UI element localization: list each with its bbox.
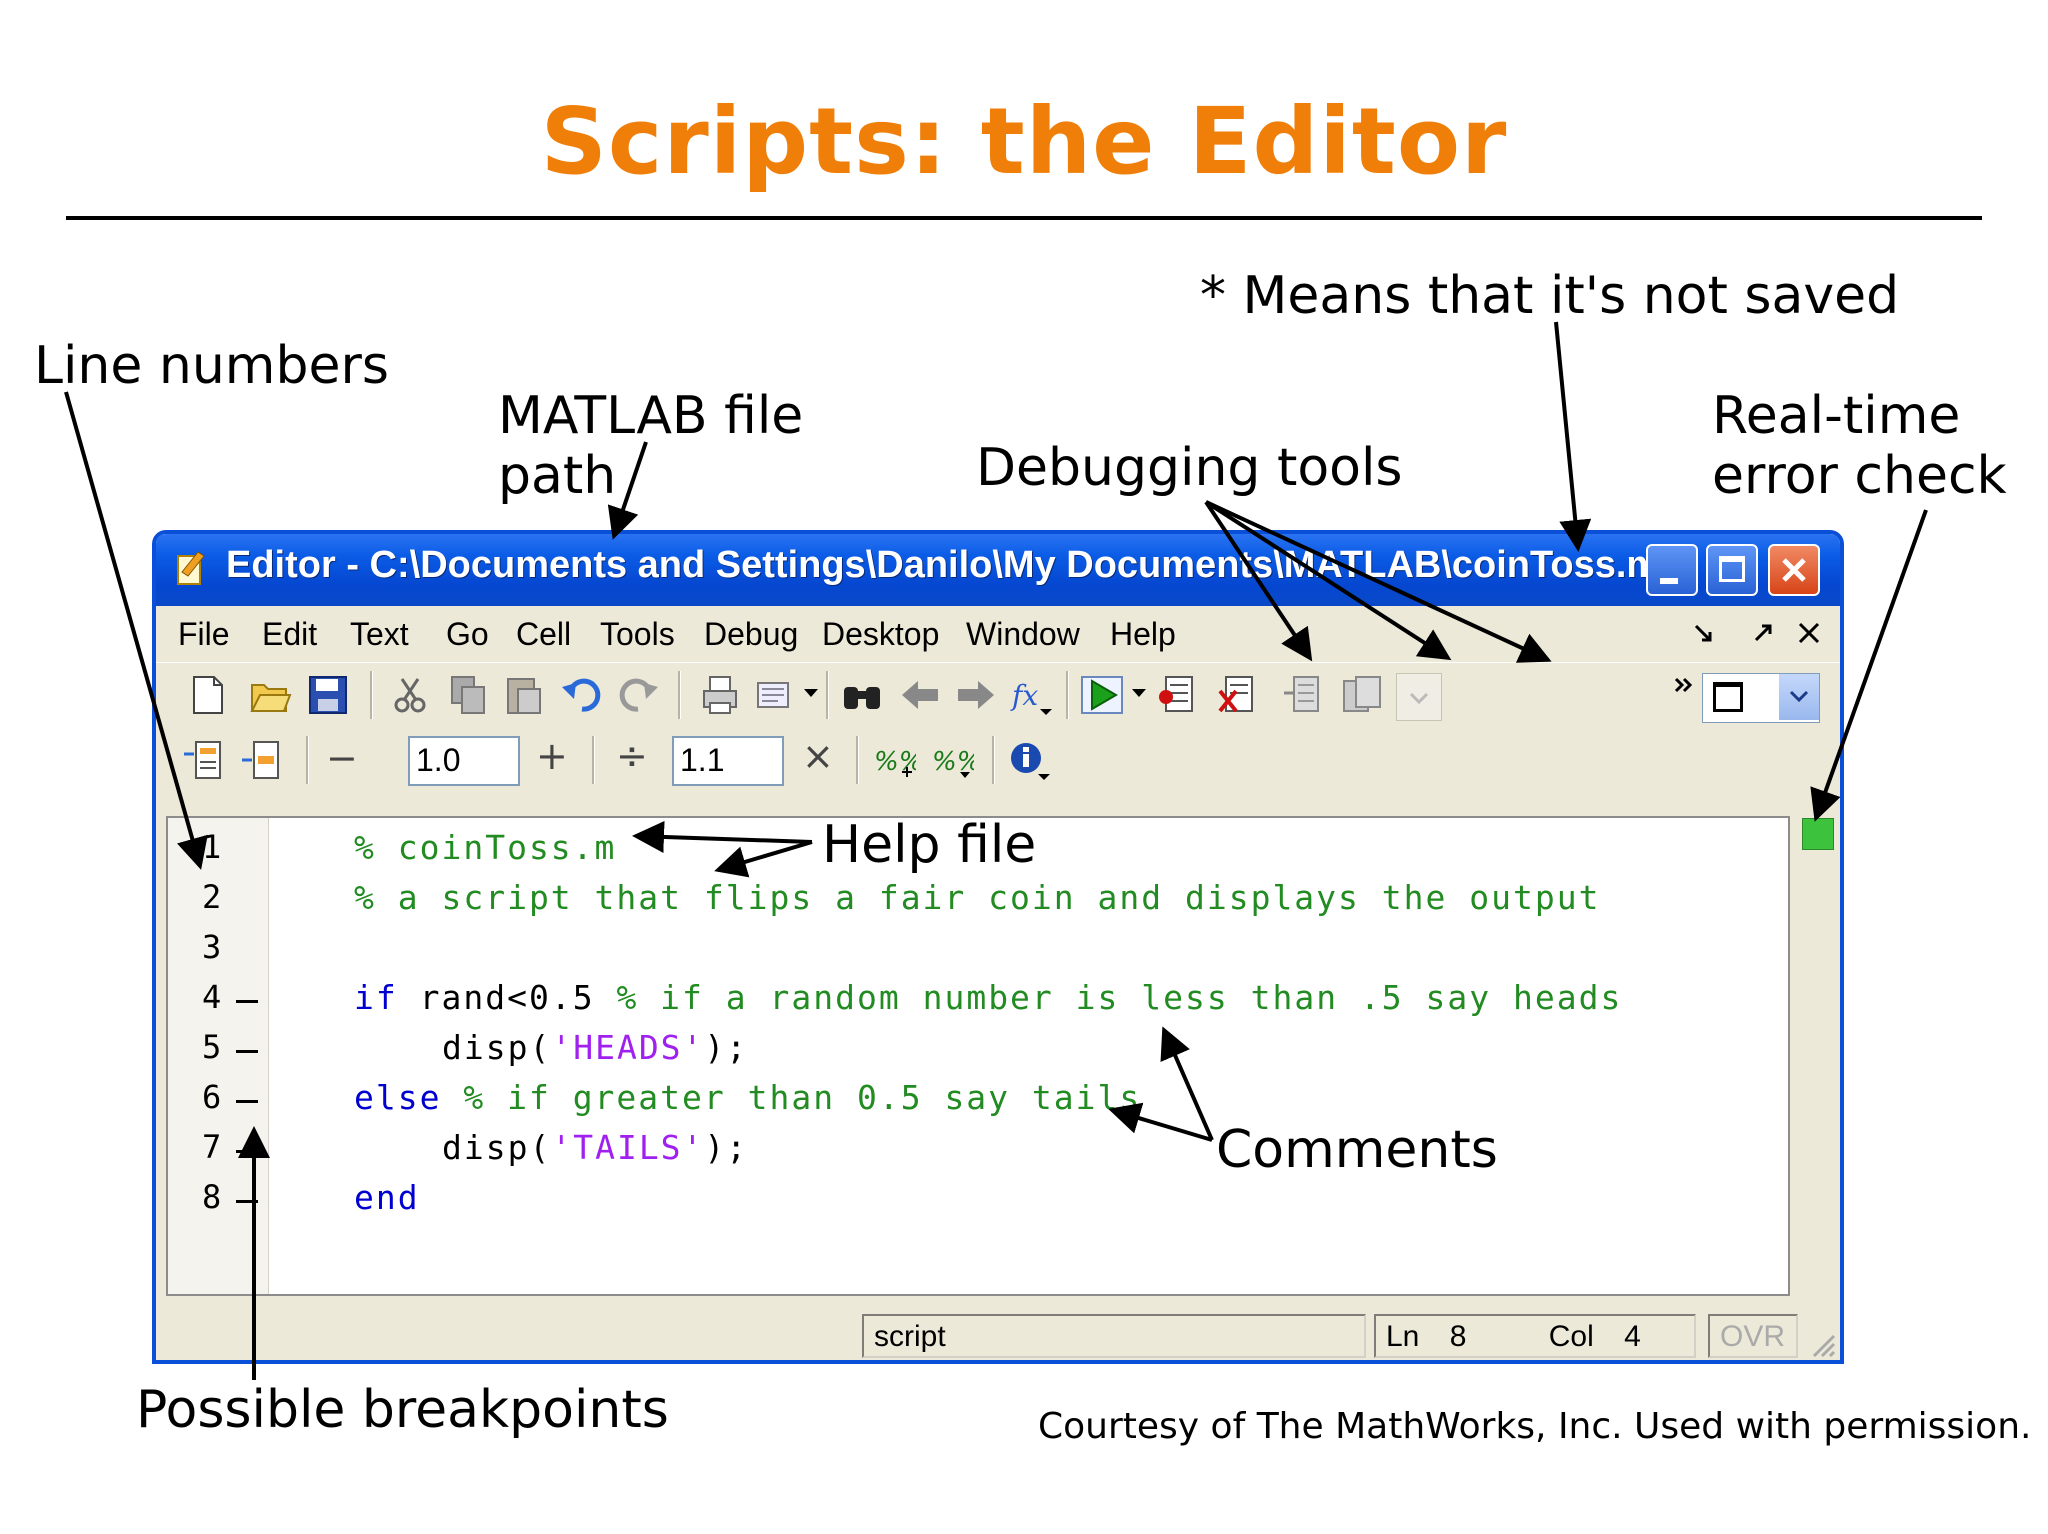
arrow-help-file-2 [714, 840, 813, 878]
arrow-file-path [607, 441, 648, 540]
annotation-arrows [64, 321, 1928, 1380]
arrow-error-check [1810, 509, 1928, 822]
arrow-not-saved [1554, 321, 1592, 552]
arrow-comments-2 [1108, 1102, 1213, 1142]
arrow-line-numbers [64, 391, 208, 870]
arrow-help-file-1 [632, 820, 813, 853]
arrow-comments-1 [1160, 1026, 1214, 1141]
arrow-debug-2 [1204, 500, 1452, 661]
